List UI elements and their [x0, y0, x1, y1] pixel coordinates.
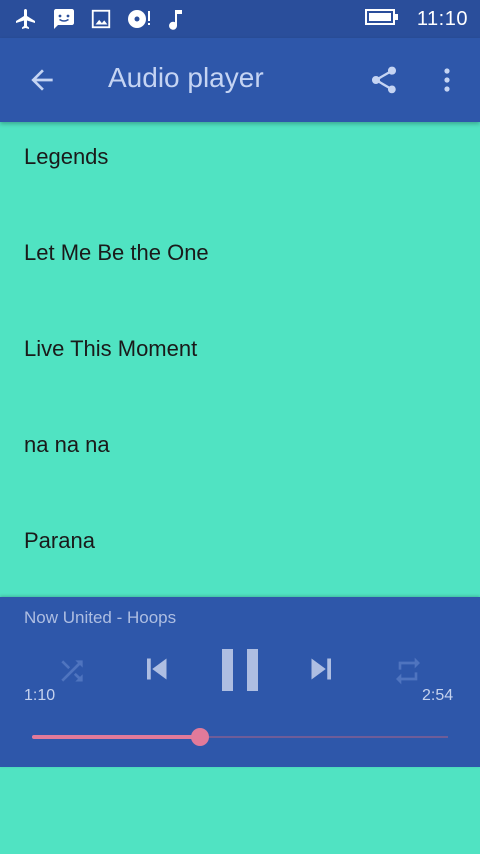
- music-note-icon: [166, 7, 186, 31]
- seek-bar[interactable]: [32, 728, 448, 746]
- back-arrow-icon[interactable]: [26, 64, 58, 96]
- image-icon: [90, 8, 112, 30]
- track-item[interactable]: Legends: [0, 122, 480, 218]
- more-vert-icon[interactable]: [436, 64, 458, 96]
- page-title: Audio player: [108, 62, 264, 93]
- share-icon[interactable]: [368, 64, 400, 96]
- total-duration: 2:54: [422, 687, 454, 704]
- status-bar: 11:10: [0, 0, 480, 38]
- player-panel: Now United - Hoops 1:10 2:54: [0, 597, 480, 767]
- seek-thumb[interactable]: [191, 728, 210, 746]
- pause-icon[interactable]: [218, 647, 262, 698]
- airplane-icon: [14, 7, 38, 31]
- track-item[interactable]: Live This Moment: [0, 314, 480, 410]
- next-icon[interactable]: [304, 651, 340, 692]
- track-item[interactable]: Parana: [0, 506, 480, 602]
- app-bar: Audio player: [0, 38, 480, 122]
- status-clock: 11:10: [416, 7, 468, 30]
- track-list: Legends Let Me Be the One Live This Mome…: [0, 122, 480, 602]
- message-icon: [52, 7, 76, 31]
- previous-icon[interactable]: [138, 651, 174, 692]
- shuffle-icon[interactable]: [56, 655, 88, 692]
- battery-icon: [364, 8, 399, 31]
- track-item[interactable]: na na na: [0, 410, 480, 506]
- now-playing-title: Now United - Hoops: [24, 608, 177, 627]
- track-item[interactable]: Let Me Be the One: [0, 218, 480, 314]
- elapsed-time: 1:10: [24, 687, 56, 704]
- media-download-icon: [126, 7, 152, 31]
- repeat-icon[interactable]: [392, 655, 424, 692]
- seek-progress: [32, 735, 201, 739]
